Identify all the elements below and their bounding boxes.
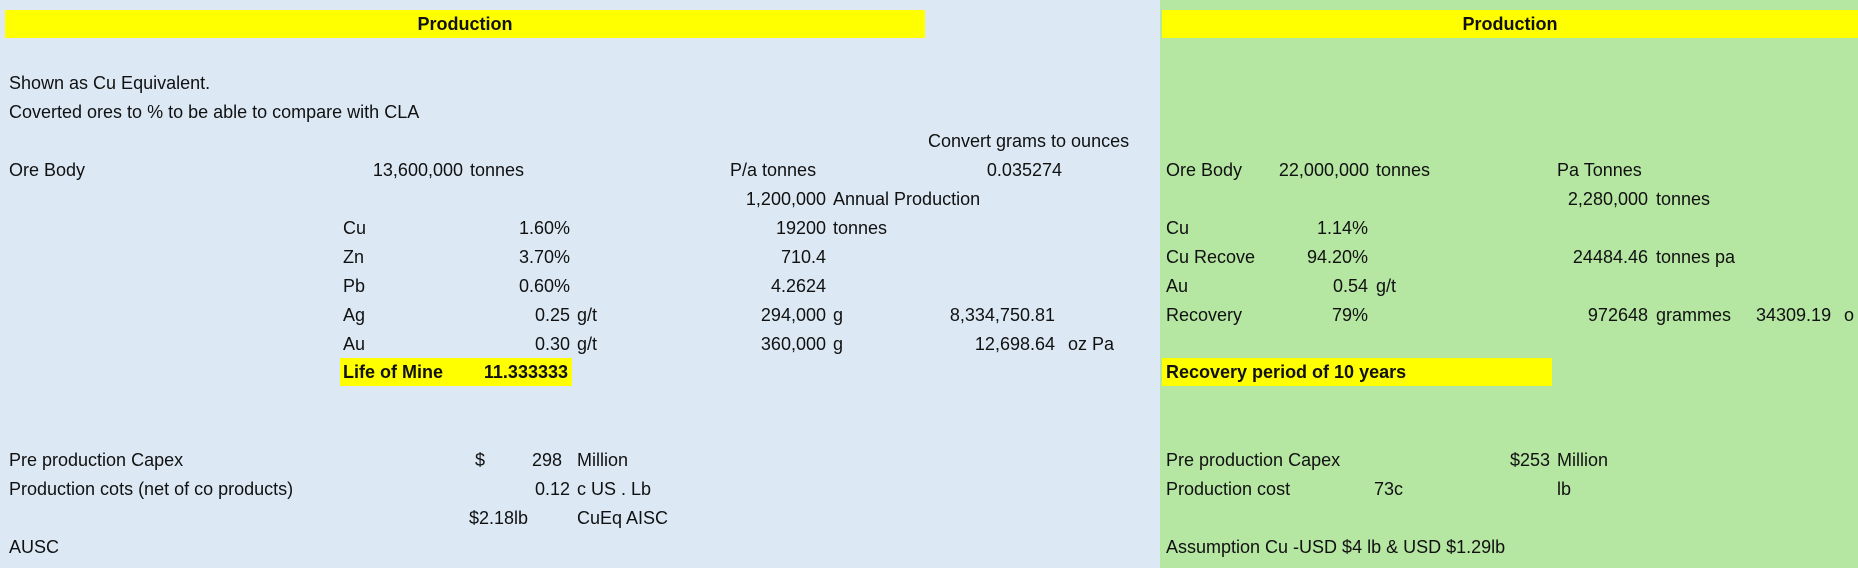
production-cost-value[interactable]: 0.12 xyxy=(490,478,570,500)
grade-production[interactable]: 360,000 xyxy=(700,333,826,355)
r-capex-unit[interactable]: Million xyxy=(1557,449,1608,471)
grade-percent[interactable]: 3.70% xyxy=(470,246,570,268)
grade-value[interactable]: 0.25 xyxy=(470,304,570,326)
ausc-label[interactable]: AUSC xyxy=(9,536,59,558)
r-cu-pa-value[interactable]: 24484.46 xyxy=(1540,246,1648,268)
annual-production-value[interactable]: 1,200,000 xyxy=(700,188,826,210)
grade-unit[interactable]: g/t xyxy=(577,333,597,355)
capex-currency[interactable]: $ xyxy=(475,449,485,471)
left-production-banner[interactable]: Production xyxy=(5,10,925,38)
r-cu-value[interactable]: 1.14% xyxy=(1270,217,1368,239)
r-au-unit[interactable]: g/t xyxy=(1376,275,1396,297)
r-production-cost-value[interactable]: 73c xyxy=(1374,478,1403,500)
capex-value[interactable]: 298 xyxy=(490,449,562,471)
note-cu-equivalent[interactable]: Shown as Cu Equivalent. xyxy=(9,72,210,94)
capex-label[interactable]: Pre production Capex xyxy=(9,449,183,471)
r-grammes-unit[interactable]: grammes xyxy=(1656,304,1731,326)
r-ounces-unit[interactable]: o xyxy=(1844,304,1854,326)
life-of-mine-value: 11.333333 xyxy=(483,362,568,382)
r-cu-recovery-label[interactable]: Cu Recove xyxy=(1166,246,1255,268)
grade-ounces[interactable]: 12,698.64 xyxy=(900,333,1055,355)
r-assumption-note[interactable]: Assumption Cu -USD $4 lb & USD $1.29lb xyxy=(1166,536,1505,558)
recovery-period-cell[interactable]: Recovery period of 10 years xyxy=(1162,358,1552,386)
grade-production[interactable]: 710.4 xyxy=(700,246,826,268)
note-converted-ores[interactable]: Coverted ores to % to be able to compare… xyxy=(9,101,419,123)
r-au-value[interactable]: 0.54 xyxy=(1270,275,1368,297)
aisc-value[interactable]: $2.18lb xyxy=(469,507,528,529)
r-production-cost-label[interactable]: Production cost xyxy=(1166,478,1290,500)
grade-production-unit[interactable]: g xyxy=(833,304,843,326)
grade-ounces-unit[interactable]: oz Pa xyxy=(1068,333,1114,355)
grade-metal[interactable]: Au xyxy=(343,333,365,355)
r-capex-label[interactable]: Pre production Capex xyxy=(1166,449,1340,471)
recovery-period-label: Recovery period of 10 years xyxy=(1166,362,1407,382)
r-recovery-value[interactable]: 79% xyxy=(1270,304,1368,326)
ore-body-unit[interactable]: tonnes xyxy=(470,159,524,181)
r-pa-unit[interactable]: tonnes xyxy=(1656,188,1710,210)
grade-metal[interactable]: Zn xyxy=(343,246,364,268)
right-production-banner[interactable]: Production xyxy=(1162,10,1858,38)
r-ounces-value[interactable]: 34309.19 xyxy=(1756,304,1831,326)
r-cu-label[interactable]: Cu xyxy=(1166,217,1189,239)
convert-grams-label[interactable]: Convert grams to ounces xyxy=(928,130,1129,152)
production-cost-unit[interactable]: c US . Lb xyxy=(577,478,651,500)
pa-tonnes-label[interactable]: P/a tonnes xyxy=(730,159,816,181)
ore-body-value[interactable]: 13,600,000 xyxy=(330,159,463,181)
r-cu-pa-unit[interactable]: tonnes pa xyxy=(1656,246,1735,268)
r-pa-tonnes-label[interactable]: Pa Tonnes xyxy=(1557,159,1642,181)
grade-ounces[interactable]: 8,334,750.81 xyxy=(900,304,1055,326)
grade-percent[interactable]: 0.60% xyxy=(470,275,570,297)
pa-factor-value[interactable]: 0.035274 xyxy=(930,159,1062,181)
r-capex-value[interactable]: $253 xyxy=(1470,449,1550,471)
ore-body-label[interactable]: Ore Body xyxy=(9,159,85,181)
grade-unit[interactable]: g/t xyxy=(577,304,597,326)
aisc-label[interactable]: CuEq AISC xyxy=(577,507,668,529)
grade-production-unit[interactable]: g xyxy=(833,333,843,355)
r-ore-body-unit[interactable]: tonnes xyxy=(1376,159,1430,181)
life-of-mine-cell[interactable]: Life of Mine 11.333333 xyxy=(340,358,572,386)
grade-metal[interactable]: Pb xyxy=(343,275,365,297)
grade-production[interactable]: 19200 xyxy=(700,217,826,239)
grade-production[interactable]: 294,000 xyxy=(700,304,826,326)
r-cu-recovery-value[interactable]: 94.20% xyxy=(1270,246,1368,268)
r-pa-value[interactable]: 2,280,000 xyxy=(1540,188,1648,210)
grade-production[interactable]: 4.2624 xyxy=(700,275,826,297)
capex-unit[interactable]: Million xyxy=(577,449,628,471)
grade-production-unit[interactable]: tonnes xyxy=(833,217,887,239)
r-ore-body-label[interactable]: Ore Body xyxy=(1166,159,1242,181)
grade-metal[interactable]: Ag xyxy=(343,304,365,326)
r-au-label[interactable]: Au xyxy=(1166,275,1188,297)
r-ore-body-value[interactable]: 22,000,000 xyxy=(1255,159,1369,181)
r-production-cost-unit[interactable]: lb xyxy=(1557,478,1571,500)
annual-production-label[interactable]: Annual Production xyxy=(833,188,980,210)
life-of-mine-label: Life of Mine xyxy=(343,362,443,382)
r-recovery-label[interactable]: Recovery xyxy=(1166,304,1242,326)
grade-value[interactable]: 0.30 xyxy=(470,333,570,355)
r-grammes-value[interactable]: 972648 xyxy=(1560,304,1648,326)
grade-percent[interactable]: 1.60% xyxy=(470,217,570,239)
production-cost-label[interactable]: Production cots (net of co products) xyxy=(9,478,293,500)
grade-metal[interactable]: Cu xyxy=(343,217,366,239)
